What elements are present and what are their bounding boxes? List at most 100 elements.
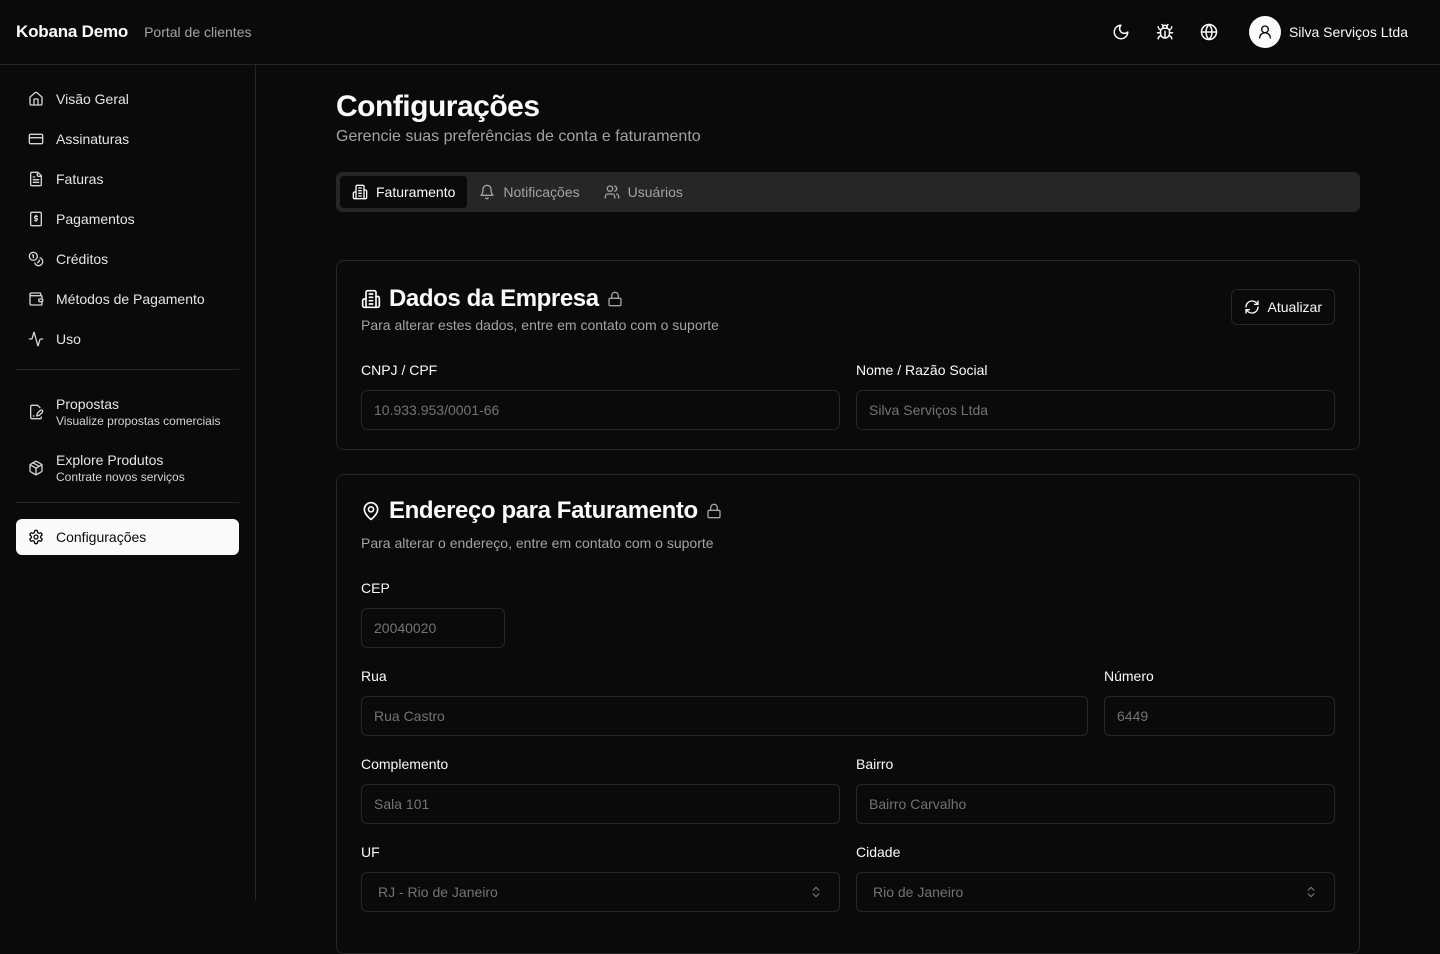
refresh-icon xyxy=(1244,300,1259,314)
company-card-title: Dados da Empresa xyxy=(389,285,599,312)
street-field: Rua xyxy=(361,668,1088,736)
company-name-label: Nome / Razão Social xyxy=(856,362,988,378)
map-pin-icon xyxy=(363,501,379,521)
district-label: Bairro xyxy=(856,756,894,772)
sidebar-item-label: Métodos de Pagamento xyxy=(56,291,205,307)
company-card-header: Dados da Empresa xyxy=(361,285,1335,313)
street-label: Rua xyxy=(361,668,387,684)
user-menu[interactable]: Silva Serviços Ltda xyxy=(1248,16,1408,48)
sidebar-item-configuracoes[interactable]: Configurações xyxy=(16,519,239,555)
sidebar-item-faturas[interactable]: Faturas xyxy=(16,161,239,197)
address-card: Endereço para Faturamento Para alterar o… xyxy=(336,474,1360,954)
language-button[interactable] xyxy=(1191,14,1227,50)
sidebar-item-label: Visão Geral xyxy=(56,91,129,107)
chevrons-up-down-icon xyxy=(1307,886,1315,898)
tab-notificacoes[interactable]: Notificações xyxy=(467,176,591,208)
sidebar-item-label: Assinaturas xyxy=(56,131,130,147)
brand-subtitle: Portal de clientes xyxy=(144,24,252,40)
globe-icon xyxy=(1200,23,1218,41)
lock-icon xyxy=(608,291,622,307)
cnpj-input[interactable] xyxy=(361,390,840,430)
user-icon xyxy=(1258,25,1271,39)
company-card: Dados da Empresa Para alterar estes dado… xyxy=(336,260,1360,450)
coins-icon xyxy=(28,251,44,267)
uf-label: UF xyxy=(361,844,380,860)
company-fields-row: CNPJ / CPF Nome / Razão Social xyxy=(361,362,1335,430)
header-actions: Silva Serviços Ltda xyxy=(1095,14,1424,50)
home-icon xyxy=(29,91,43,106)
cep-label: CEP xyxy=(361,580,390,596)
complement-field: Complemento xyxy=(361,756,840,824)
main-content: Configurações Gerencie suas preferências… xyxy=(336,65,1360,954)
settings-icon xyxy=(29,529,43,545)
sidebar-item-description: Visualize propostas comerciais xyxy=(56,414,221,428)
sidebar-item-label: Propostas xyxy=(56,396,120,412)
sidebar-item-uso[interactable]: Uso xyxy=(16,321,239,357)
city-select[interactable]: Rio de Janeiro xyxy=(856,872,1335,912)
theme-toggle-button[interactable] xyxy=(1103,14,1139,50)
uf-select-value: RJ - Rio de Janeiro xyxy=(378,884,498,900)
address-card-header: Endereço para Faturamento xyxy=(361,497,1335,525)
file-signature-icon xyxy=(30,404,44,420)
sidebar-item-label: Faturas xyxy=(56,171,104,187)
sidebar-item-label: Configurações xyxy=(56,529,147,545)
debug-button[interactable] xyxy=(1147,14,1183,50)
sidebar-item-creditos[interactable]: Créditos xyxy=(16,241,239,277)
uf-field: UF RJ - Rio de Janeiro xyxy=(361,844,840,912)
tab-usuarios[interactable]: Usuários xyxy=(592,176,695,208)
cnpj-label: CNPJ / CPF xyxy=(361,362,438,378)
sidebar-divider xyxy=(16,502,239,503)
refresh-button-label: Atualizar xyxy=(1267,299,1322,315)
bug-icon xyxy=(1156,23,1174,40)
complement-label: Complemento xyxy=(361,756,449,772)
wallet-icon xyxy=(29,292,44,306)
avatar[interactable] xyxy=(1248,16,1281,48)
address-card-title: Endereço para Faturamento xyxy=(389,497,698,524)
bell-icon xyxy=(480,184,495,200)
activity-icon xyxy=(28,331,44,347)
district-field: Bairro xyxy=(856,756,1335,824)
sidebar-item-assinaturas[interactable]: Assinaturas xyxy=(16,121,239,157)
tab-label: Usuários xyxy=(627,184,683,200)
cnpj-field: CNPJ / CPF xyxy=(361,362,840,430)
sidebar-item-label: Pagamentos xyxy=(56,211,135,227)
brand-name[interactable]: Kobana Demo xyxy=(16,22,128,42)
building-icon xyxy=(361,289,381,309)
sidebar-item-pagamentos[interactable]: Pagamentos xyxy=(16,201,239,237)
sidebar-item-explore-produtos[interactable]: Explore Produtos Contrate novos serviços xyxy=(16,442,239,494)
city-field: Cidade Rio de Janeiro xyxy=(856,844,1335,912)
tab-label: Notificações xyxy=(503,184,580,200)
sidebar-item-label: Uso xyxy=(56,331,81,347)
uf-row: UF RJ - Rio de Janeiro Cidade Rio de Jan… xyxy=(361,844,1335,912)
company-name-input[interactable] xyxy=(856,390,1335,430)
refresh-button[interactable]: Atualizar xyxy=(1230,289,1335,325)
sidebar-divider xyxy=(16,369,239,370)
number-label: Número xyxy=(1104,668,1154,684)
credit-card-icon xyxy=(28,133,44,145)
number-field: Número xyxy=(1104,668,1335,736)
tab-faturamento[interactable]: Faturamento xyxy=(340,176,468,208)
lock-icon xyxy=(707,503,721,519)
receipt-dollar-icon xyxy=(30,211,42,227)
settings-tabs: Faturamento Notificações Usuários xyxy=(336,172,1360,212)
tab-label: Faturamento xyxy=(376,184,456,200)
sidebar-item-label: Créditos xyxy=(56,251,109,267)
complement-input[interactable] xyxy=(361,784,840,824)
sidebar-item-propostas[interactable]: Propostas Visualize propostas comerciais xyxy=(16,386,239,438)
district-input[interactable] xyxy=(856,784,1335,824)
complement-row: Complemento Bairro xyxy=(361,756,1335,824)
number-input[interactable] xyxy=(1104,696,1335,736)
chevrons-up-down-icon xyxy=(812,886,820,898)
users-icon xyxy=(604,185,619,199)
sidebar: Visão Geral Assinaturas Faturas Pagament… xyxy=(0,65,256,900)
company-card-description: Para alterar estes dados, entre em conta… xyxy=(361,317,719,333)
street-input[interactable] xyxy=(361,696,1088,736)
sidebar-item-visao-geral[interactable]: Visão Geral xyxy=(16,81,239,117)
sidebar-item-metodos-de-pagamento[interactable]: Métodos de Pagamento xyxy=(16,281,239,317)
building-icon xyxy=(352,184,368,200)
package-icon xyxy=(29,460,43,476)
uf-select[interactable]: RJ - Rio de Janeiro xyxy=(361,872,840,912)
street-row: Rua Número xyxy=(361,668,1335,736)
user-name[interactable]: Silva Serviços Ltda xyxy=(1289,24,1408,40)
cep-input[interactable] xyxy=(361,608,505,648)
